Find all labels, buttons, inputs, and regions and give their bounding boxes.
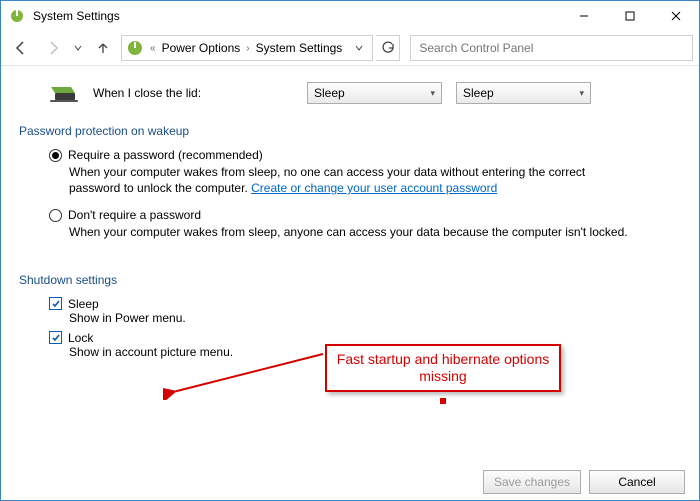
window-controls [561, 1, 699, 31]
search-box[interactable] [410, 35, 693, 61]
require-password-radio[interactable] [49, 149, 62, 162]
require-password-description: When your computer wakes from sleep, no … [49, 162, 639, 196]
close-button[interactable] [653, 1, 699, 31]
lock-label: Lock [68, 331, 93, 345]
navbar: « Power Options › System Settings [1, 31, 699, 65]
dont-require-password-radio[interactable] [49, 209, 62, 222]
dont-require-password-label: Don't require a password [68, 208, 201, 222]
annotation-handle [440, 398, 446, 404]
search-input[interactable] [417, 40, 686, 56]
lock-checkbox-row[interactable]: Lock [49, 331, 681, 345]
power-options-icon [9, 8, 25, 24]
sleep-checkbox[interactable] [49, 297, 62, 310]
system-settings-window: System Settings [0, 0, 700, 501]
dont-require-password-option: Don't require a password When your compu… [19, 208, 639, 252]
lock-checkbox[interactable] [49, 331, 62, 344]
nav-back-button[interactable] [7, 34, 35, 62]
sleep-checkbox-row[interactable]: Sleep [49, 297, 681, 311]
refresh-button[interactable] [376, 35, 400, 61]
breadcrumb-item-power-options[interactable]: Power Options [162, 41, 241, 55]
sleep-label: Sleep [68, 297, 99, 311]
dont-require-password-radio-row[interactable]: Don't require a password [49, 208, 639, 222]
sleep-option: Sleep Show in Power menu. [19, 297, 681, 331]
chevron-down-icon: ▾ [430, 88, 435, 99]
lid-battery-select[interactable]: Sleep ▾ [307, 82, 442, 104]
maximize-button[interactable] [607, 1, 653, 31]
breadcrumb[interactable]: « Power Options › System Settings [121, 35, 373, 61]
require-password-label: Require a password (recommended) [68, 148, 263, 162]
breadcrumb-dropdown[interactable] [350, 44, 368, 52]
titlebar-left: System Settings [1, 8, 120, 24]
breadcrumb-item-system-settings[interactable]: System Settings [256, 41, 343, 55]
section-header-password: Password protection on wakeup [19, 124, 681, 138]
dont-require-password-description: When your computer wakes from sleep, any… [49, 222, 639, 240]
nav-up-button[interactable] [89, 34, 117, 62]
content-area: When I close the lid: Sleep ▾ Sleep ▾ Pa… [1, 66, 699, 500]
require-password-radio-row[interactable]: Require a password (recommended) [49, 148, 639, 162]
minimize-button[interactable] [561, 1, 607, 31]
footer-buttons: Save changes Cancel [483, 470, 685, 494]
power-options-icon [126, 39, 144, 57]
lid-close-row: When I close the lid: Sleep ▾ Sleep ▾ [19, 76, 681, 120]
annotation-text: Fast startup and hibernate options missi… [335, 351, 551, 385]
chevron-right-icon: › [244, 43, 251, 54]
sleep-sublabel: Show in Power menu. [49, 311, 681, 325]
section-header-shutdown: Shutdown settings [19, 273, 681, 287]
breadcrumb-separator-icon: « [148, 43, 158, 54]
chevron-down-icon: ▾ [579, 88, 584, 99]
laptop-lid-icon [49, 83, 79, 103]
nav-recent-dropdown[interactable] [71, 34, 85, 62]
titlebar: System Settings [1, 1, 699, 31]
require-password-option: Require a password (recommended) When yo… [19, 148, 639, 208]
nav-forward-button[interactable] [39, 34, 67, 62]
lid-battery-value: Sleep [314, 86, 345, 100]
window-title: System Settings [33, 9, 120, 23]
annotation-callout: Fast startup and hibernate options missi… [325, 344, 561, 392]
lid-plugged-value: Sleep [463, 86, 494, 100]
lid-close-label: When I close the lid: [93, 86, 293, 100]
lid-plugged-select[interactable]: Sleep ▾ [456, 82, 591, 104]
save-changes-button[interactable]: Save changes [483, 470, 581, 494]
create-password-link[interactable]: Create or change your user account passw… [251, 181, 497, 195]
cancel-button[interactable]: Cancel [589, 470, 685, 494]
